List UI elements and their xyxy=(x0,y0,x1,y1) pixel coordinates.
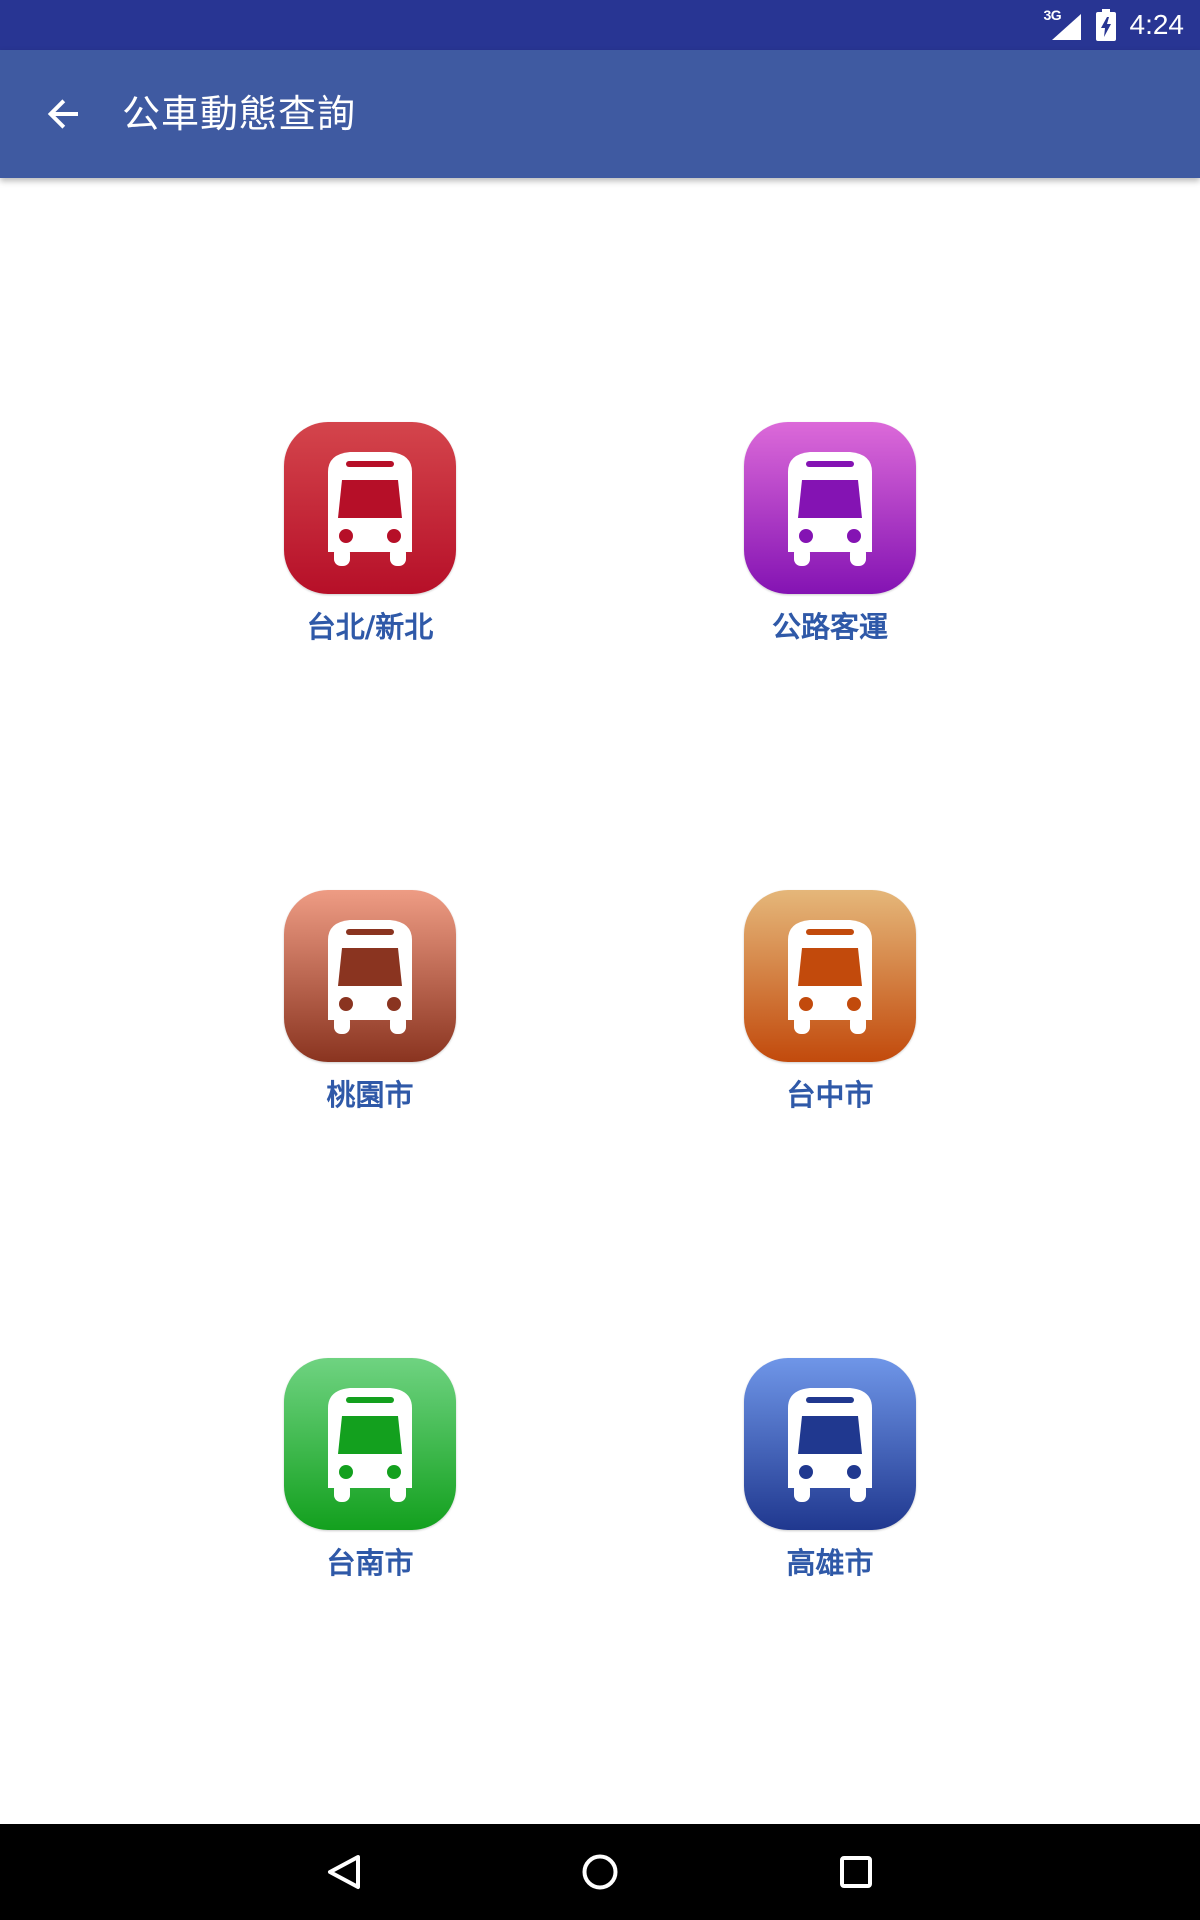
nav-back-button[interactable] xyxy=(314,1842,374,1902)
city-label: 公路客運 xyxy=(771,610,888,644)
city-item-tainan[interactable]: 台南市 xyxy=(234,1358,474,1598)
city-label: 台南市 xyxy=(326,1546,414,1580)
signal-icon: 3G xyxy=(1044,7,1082,41)
city-item-kaohsiung[interactable]: 高雄市 xyxy=(694,1358,934,1598)
city-label: 台北/新北 xyxy=(306,610,434,644)
city-item-taipei[interactable]: 台北/新北 xyxy=(234,422,474,662)
app-bar: 公車動態查詢 xyxy=(0,50,1200,178)
battery-charging-icon xyxy=(1095,9,1116,41)
city-item-taoyuan[interactable]: 桃園市 xyxy=(234,890,474,1130)
city-tile xyxy=(744,1358,916,1530)
back-button[interactable] xyxy=(32,82,96,146)
city-label: 桃園市 xyxy=(326,1078,414,1112)
city-label: 台中市 xyxy=(786,1078,874,1112)
bus-icon xyxy=(328,452,412,566)
city-tile xyxy=(744,890,916,1062)
city-item-intercity[interactable]: 公路客運 xyxy=(694,422,934,662)
city-label: 高雄市 xyxy=(786,1546,874,1580)
city-tile xyxy=(744,422,916,594)
page-title: 公車動態查詢 xyxy=(122,92,357,136)
back-triangle-icon xyxy=(328,1855,360,1889)
bus-icon xyxy=(788,1388,872,1502)
bus-icon xyxy=(788,920,872,1034)
city-item-taichung[interactable]: 台中市 xyxy=(694,890,934,1130)
city-tile xyxy=(284,890,456,1062)
city-tile xyxy=(284,1358,456,1530)
recents-square-icon xyxy=(840,1856,872,1888)
nav-home-button[interactable] xyxy=(570,1842,630,1902)
bus-icon xyxy=(328,1388,412,1502)
bus-icon xyxy=(788,452,872,566)
status-bar: 3G 4:24 xyxy=(0,0,1200,50)
navigation-bar xyxy=(0,1824,1200,1920)
bus-icon xyxy=(328,920,412,1034)
status-icons: 3G 4:24 xyxy=(1044,0,1185,50)
city-tile xyxy=(284,422,456,594)
arrow-back-icon xyxy=(47,99,78,129)
home-circle-icon xyxy=(582,1854,618,1890)
clock: 4:24 xyxy=(1129,9,1185,40)
nav-recents-button[interactable] xyxy=(826,1842,886,1902)
